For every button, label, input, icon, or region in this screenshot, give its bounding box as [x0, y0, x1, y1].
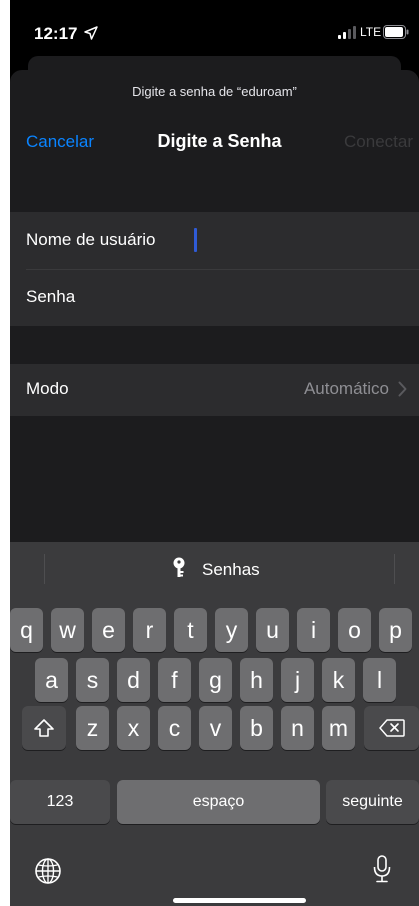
key-j[interactable]: j [281, 658, 314, 702]
password-suggestion-bar[interactable]: Senhas [10, 542, 419, 596]
location-arrow-icon [84, 26, 98, 40]
username-label: Nome de usuário [26, 230, 156, 249]
key-p[interactable]: p [379, 608, 412, 652]
password-label: Senha [26, 287, 76, 306]
status-bar: 12:17 LTE [10, 0, 419, 60]
key-z[interactable]: z [76, 706, 109, 750]
backspace-icon [378, 719, 405, 737]
space-key[interactable]: espaço [117, 780, 320, 824]
key-x[interactable]: x [117, 706, 150, 750]
network-type: LTE [360, 25, 382, 39]
key-a[interactable]: a [35, 658, 68, 702]
mode-row[interactable]: Modo Automático [10, 364, 419, 416]
shift-key[interactable] [22, 706, 66, 750]
globe-icon[interactable] [34, 857, 62, 885]
key-icon [173, 557, 185, 577]
mode-label: Modo [26, 379, 69, 398]
battery-icon [383, 25, 409, 39]
status-time: 12:17 [34, 24, 78, 43]
key-n[interactable]: n [281, 706, 314, 750]
suggestion-passwords: Senhas [202, 560, 260, 579]
password-field[interactable]: Senha [10, 269, 419, 326]
key-g[interactable]: g [199, 658, 232, 702]
key-q[interactable]: q [10, 608, 43, 652]
shift-icon [34, 719, 54, 737]
suggestion-divider [44, 554, 45, 584]
key-u[interactable]: u [256, 608, 289, 652]
key-b[interactable]: b [240, 706, 273, 750]
backspace-key[interactable] [364, 706, 419, 750]
home-indicator [173, 898, 306, 903]
key-s[interactable]: s [76, 658, 109, 702]
key-c[interactable]: c [158, 706, 191, 750]
suggestion-divider [394, 554, 395, 584]
key-y[interactable]: y [215, 608, 248, 652]
key-i[interactable]: i [297, 608, 330, 652]
key-e[interactable]: e [92, 608, 125, 652]
key-h[interactable]: h [240, 658, 273, 702]
keyboard: Senhas qwertyuiop asdfghjkl zxcvbnm 123 es… [10, 542, 419, 906]
key-m[interactable]: m [322, 706, 355, 750]
username-field[interactable]: Nome de usuário [10, 212, 419, 270]
key-k[interactable]: k [322, 658, 355, 702]
cellular-signal-icon [338, 26, 356, 39]
return-key[interactable]: seguinte [326, 780, 419, 824]
key-v[interactable]: v [199, 706, 232, 750]
sheet-prompt: Digite a senha de “eduroam” [132, 84, 297, 99]
numbers-key[interactable]: 123 [10, 780, 110, 824]
key-l[interactable]: l [363, 658, 396, 702]
key-r[interactable]: r [133, 608, 166, 652]
chevron-right-icon [398, 381, 407, 397]
phone-screen: 12:17 LTE Digite a senha de “eduroam” Ca… [10, 0, 419, 906]
key-w[interactable]: w [51, 608, 84, 652]
connect-button[interactable]: Conectar [344, 132, 413, 152]
key-o[interactable]: o [338, 608, 371, 652]
microphone-icon[interactable] [372, 854, 392, 884]
text-cursor [194, 228, 197, 252]
key-f[interactable]: f [158, 658, 191, 702]
credentials-group: Nome de usuário Senha [10, 212, 419, 326]
key-t[interactable]: t [174, 608, 207, 652]
mode-value: Automático [303, 379, 389, 398]
key-d[interactable]: d [117, 658, 150, 702]
